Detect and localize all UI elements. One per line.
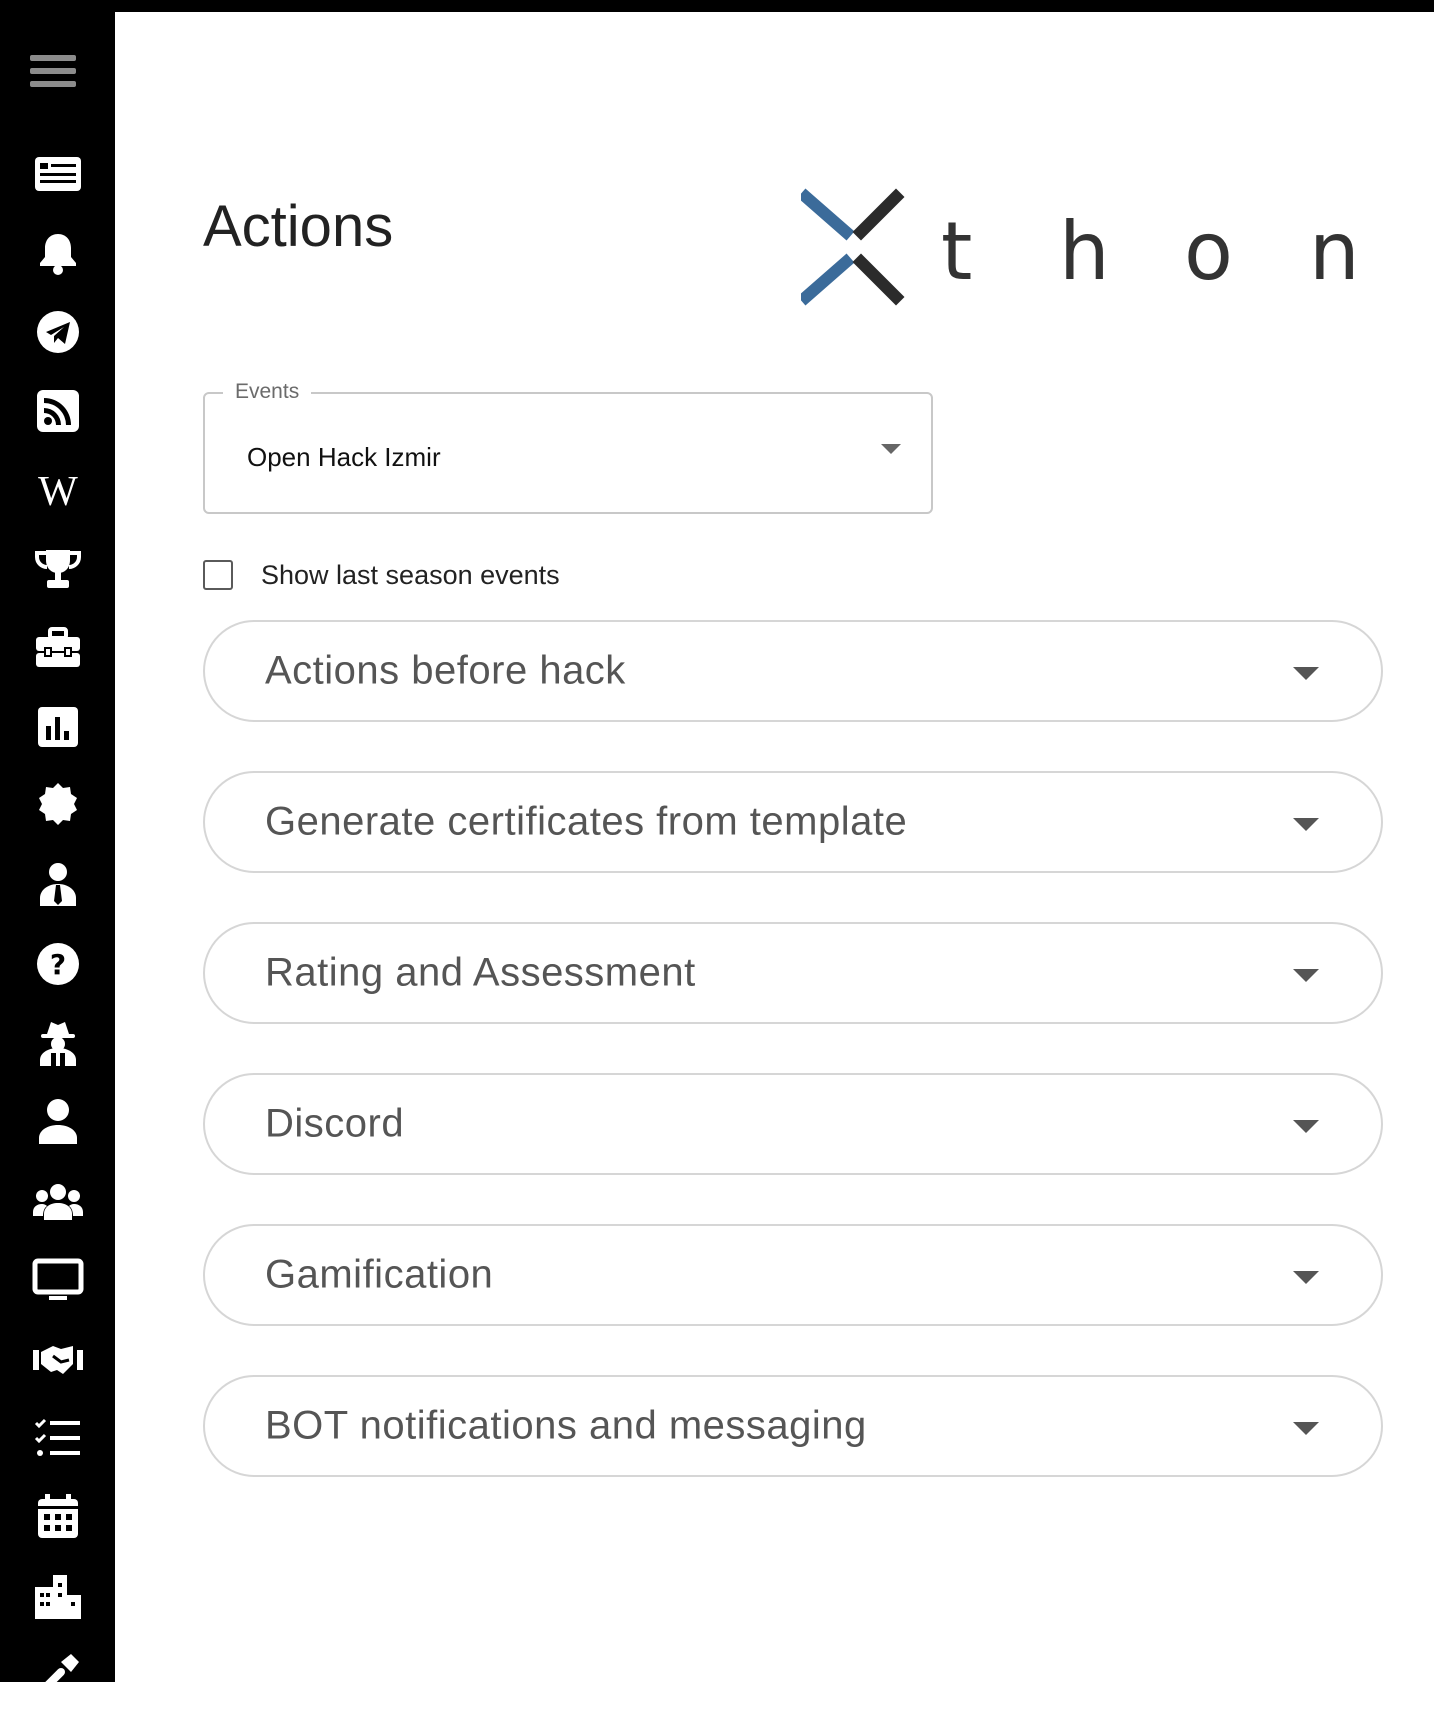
sidebar-item-partners[interactable] [0,1319,115,1398]
telegram-icon [36,310,79,353]
sidebar-item-notifications[interactable] [0,213,115,292]
expand-arrow-icon [1293,1422,1319,1435]
rss-icon [36,389,79,432]
section-rating-assessment[interactable]: Rating and Assessment [203,922,1383,1024]
sidebar-item-wiki[interactable]: W [0,450,115,529]
sidebar-item-spy[interactable] [0,1003,115,1082]
xthon-logo: t h o n [797,177,1391,317]
monitor-icon [32,1258,83,1300]
events-label: Events [223,380,312,404]
calendar-icon [37,1493,78,1538]
top-bar [0,0,1434,12]
svg-text:W: W [38,469,78,515]
section-label: BOT notifications and messaging [265,1403,867,1448]
sidebar-item-mentors[interactable] [0,845,115,924]
sidebar-item-news[interactable] [0,134,115,213]
show-last-season-checkbox[interactable]: Show last season events [203,557,560,593]
toolbox-icon [35,626,80,667]
sidebar: W ? [0,0,115,1698]
city-icon [34,1574,81,1619]
sidebar-item-screen[interactable] [0,1240,115,1319]
logo-letter-n: n [1309,205,1360,298]
tasks-icon [34,1418,80,1456]
trophy-icon [34,549,81,588]
section-label: Generate certificates from template [265,799,908,844]
handshake-icon [32,1345,83,1374]
expand-arrow-icon [1293,667,1319,680]
bell-icon [39,233,76,275]
sidebar-item-tasks[interactable] [0,1398,115,1477]
dropdown-arrow-icon [881,444,901,454]
section-label: Discord [265,1101,405,1146]
section-label: Gamification [265,1252,494,1297]
sidebar-item-profile[interactable] [0,1082,115,1161]
logo-letter-t: t [941,205,972,298]
sidebar-item-city[interactable] [0,1556,115,1635]
section-generate-certificates[interactable]: Generate certificates from template [203,771,1383,873]
section-bot-notifications[interactable]: BOT notifications and messaging [203,1375,1383,1477]
expand-arrow-icon [1293,1120,1319,1133]
news-icon [34,156,81,191]
section-gamification[interactable]: Gamification [203,1224,1383,1326]
mentor-icon [39,862,76,906]
sidebar-item-tools[interactable] [0,1635,115,1714]
page-title: Actions [203,194,394,259]
sidebar-item-help[interactable]: ? [0,924,115,1003]
section-label: Actions before hack [265,648,626,693]
sidebar-item-teams[interactable] [0,1161,115,1240]
checkbox-box[interactable] [203,560,233,590]
main-content: Actions t h o n Events Open Hack Izmir S… [115,12,1434,1682]
chart-icon [37,706,78,747]
section-discord[interactable]: Discord [203,1073,1383,1175]
expand-arrow-icon [1293,1271,1319,1284]
sidebar-item-toolbox[interactable] [0,608,115,687]
wikipedia-icon: W [38,469,78,515]
sidebar-item-certificates[interactable] [0,766,115,845]
svg-text:?: ? [49,948,65,981]
users-icon [32,1183,83,1220]
events-value: Open Hack Izmir [247,442,441,472]
user-icon [38,1098,77,1144]
certificate-badge-icon [38,782,77,825]
sidebar-item-statistics[interactable] [0,687,115,766]
checkbox-label: Show last season events [261,559,560,590]
expand-arrow-icon [1293,969,1319,982]
logo-letter-h: h [1059,205,1110,298]
logo-letter-o: o [1184,205,1233,298]
sidebar-item-telegram[interactable] [0,292,115,371]
events-select[interactable]: Events Open Hack Izmir [203,380,933,514]
section-actions-before-hack[interactable]: Actions before hack [203,620,1383,722]
section-label: Rating and Assessment [265,950,696,995]
sidebar-nav: W ? [0,134,115,1714]
help-icon: ? [36,942,79,985]
sidebar-item-awards[interactable] [0,529,115,608]
menu-icon[interactable] [30,55,76,95]
expand-arrow-icon [1293,818,1319,831]
sidebar-item-rss[interactable] [0,371,115,450]
spy-icon [39,1021,76,1066]
sidebar-item-calendar[interactable] [0,1477,115,1556]
tools-icon [34,1653,79,1698]
